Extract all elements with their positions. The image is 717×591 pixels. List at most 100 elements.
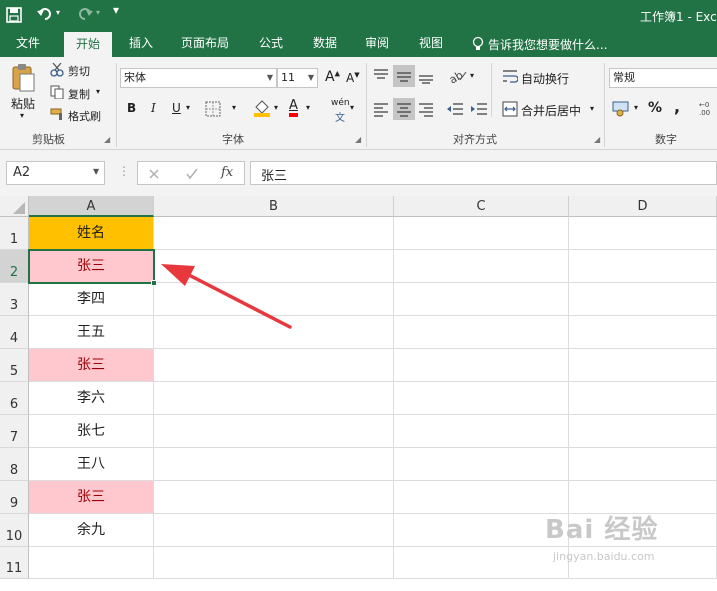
orientation-icon[interactable]: ab <box>448 67 468 83</box>
align-bottom-icon[interactable] <box>418 68 434 84</box>
accounting-format-icon[interactable] <box>612 99 632 117</box>
tab-insert[interactable]: 插入 <box>118 30 164 57</box>
align-left-icon[interactable] <box>373 101 389 117</box>
underline-button[interactable]: U <box>172 101 181 115</box>
tab-view[interactable]: 视图 <box>408 30 454 57</box>
cell-a6[interactable]: 李六 <box>29 382 154 415</box>
alignment-launcher-icon[interactable]: ◢ <box>594 135 600 144</box>
cell-c3[interactable] <box>394 283 569 316</box>
paste-button[interactable]: 粘贴 <box>11 95 35 112</box>
cell-d2[interactable] <box>569 250 717 283</box>
cell-d8[interactable] <box>569 448 717 481</box>
merge-dropdown-icon[interactable]: ▾ <box>590 104 594 113</box>
cell-a5[interactable]: 张三 <box>29 349 154 382</box>
cell-a8[interactable]: 王八 <box>29 448 154 481</box>
increase-indent-icon[interactable] <box>470 101 488 117</box>
increase-decimal-icon[interactable]: ←0.00 <box>698 99 717 117</box>
undo-icon[interactable] <box>36 6 54 22</box>
paste-icon[interactable] <box>10 63 36 93</box>
cell-c6[interactable] <box>394 382 569 415</box>
accounting-dropdown-icon[interactable]: ▾ <box>634 103 638 112</box>
save-icon[interactable] <box>6 7 22 23</box>
row-header-1[interactable]: 1 <box>0 217 29 250</box>
cell-a3[interactable]: 李四 <box>29 283 154 316</box>
cell-d5[interactable] <box>569 349 717 382</box>
percent-button[interactable]: % <box>648 100 662 116</box>
tab-review[interactable]: 审阅 <box>354 30 400 57</box>
align-middle-icon[interactable] <box>396 68 412 84</box>
tab-formulas[interactable]: 公式 <box>248 30 294 57</box>
wrap-text-icon[interactable] <box>502 68 518 84</box>
italic-button[interactable]: I <box>151 101 156 115</box>
phonetic-dropdown-icon[interactable]: ▾ <box>350 103 354 112</box>
cut-button[interactable]: 剪切 <box>68 63 90 79</box>
align-right-icon[interactable] <box>418 101 434 117</box>
cell-b7[interactable] <box>154 415 394 448</box>
bold-button[interactable]: B <box>127 101 136 115</box>
redo-dropdown-icon[interactable]: ▾ <box>96 8 100 17</box>
row-header-6[interactable]: 6 <box>0 382 29 415</box>
borders-dropdown-icon[interactable]: ▾ <box>232 103 236 112</box>
phonetic-guide-button[interactable]: wén <box>331 98 350 108</box>
formula-bar-grip-icon[interactable]: ⋮ <box>118 164 130 178</box>
format-painter-icon[interactable] <box>50 107 66 121</box>
cell-b5[interactable] <box>154 349 394 382</box>
copy-icon[interactable] <box>50 85 64 99</box>
row-header-7[interactable]: 7 <box>0 415 29 448</box>
merge-center-icon[interactable] <box>502 101 518 117</box>
row-header-3[interactable]: 3 <box>0 283 29 316</box>
cell-d7[interactable] <box>569 415 717 448</box>
column-header-b[interactable]: B <box>154 196 394 217</box>
cell-b1[interactable] <box>154 217 394 250</box>
column-header-d[interactable]: D <box>569 196 717 217</box>
decrease-font-size-icon[interactable]: A▼ <box>346 71 360 85</box>
customize-qat-icon[interactable]: ▾ <box>113 3 119 17</box>
paste-dropdown-icon[interactable]: ▾ <box>20 111 24 120</box>
cell-b11[interactable] <box>154 547 394 579</box>
align-top-icon[interactable] <box>373 68 389 84</box>
tab-file[interactable]: 文件 <box>4 30 52 57</box>
cell-b10[interactable] <box>154 514 394 547</box>
cell-a1[interactable]: 姓名 <box>29 217 154 250</box>
cell-a7[interactable]: 张七 <box>29 415 154 448</box>
cell-a4[interactable]: 王五 <box>29 316 154 349</box>
row-header-2[interactable]: 2 <box>0 250 29 283</box>
font-color-dropdown-icon[interactable]: ▾ <box>306 103 310 112</box>
chevron-down-icon[interactable]: ▼ <box>93 167 99 176</box>
insert-function-button[interactable]: fx <box>221 165 233 180</box>
comma-button[interactable]: , <box>674 97 680 116</box>
cell-b8[interactable] <box>154 448 394 481</box>
row-header-11[interactable]: 11 <box>0 547 29 579</box>
cell-d1[interactable] <box>569 217 717 250</box>
cell-b9[interactable] <box>154 481 394 514</box>
font-size-select[interactable]: 11 ▼ <box>277 68 318 88</box>
column-header-c[interactable]: C <box>394 196 569 217</box>
cell-c11[interactable] <box>394 547 569 579</box>
borders-icon[interactable] <box>205 101 221 117</box>
align-center-icon[interactable] <box>396 101 412 117</box>
font-launcher-icon[interactable]: ◢ <box>355 135 361 144</box>
cell-d6[interactable] <box>569 382 717 415</box>
fill-color-dropdown-icon[interactable]: ▾ <box>274 103 278 112</box>
cell-a10[interactable]: 余九 <box>29 514 154 547</box>
tab-home[interactable]: 开始 <box>64 32 112 57</box>
name-box[interactable]: A2 ▼ <box>6 161 105 185</box>
cell-c7[interactable] <box>394 415 569 448</box>
row-header-8[interactable]: 8 <box>0 448 29 481</box>
cell-a9[interactable]: 张三 <box>29 481 154 514</box>
row-header-10[interactable]: 10 <box>0 514 29 547</box>
row-header-5[interactable]: 5 <box>0 349 29 382</box>
column-header-a[interactable]: A <box>29 196 154 217</box>
cell-d3[interactable] <box>569 283 717 316</box>
copy-dropdown-icon[interactable]: ▾ <box>96 87 100 96</box>
tell-me-input[interactable]: 告诉我您想要做什么... <box>488 36 607 53</box>
tab-page-layout[interactable]: 页面布局 <box>172 30 238 57</box>
redo-icon[interactable] <box>76 6 94 22</box>
wrap-text-button[interactable]: 自动换行 <box>521 70 569 87</box>
font-name-select[interactable]: 宋体 ▼ <box>120 68 277 88</box>
tab-data[interactable]: 数据 <box>302 30 348 57</box>
cell-a11[interactable] <box>29 547 154 579</box>
underline-dropdown-icon[interactable]: ▾ <box>186 103 190 112</box>
cell-c2[interactable] <box>394 250 569 283</box>
font-color-button[interactable]: A <box>289 99 298 117</box>
